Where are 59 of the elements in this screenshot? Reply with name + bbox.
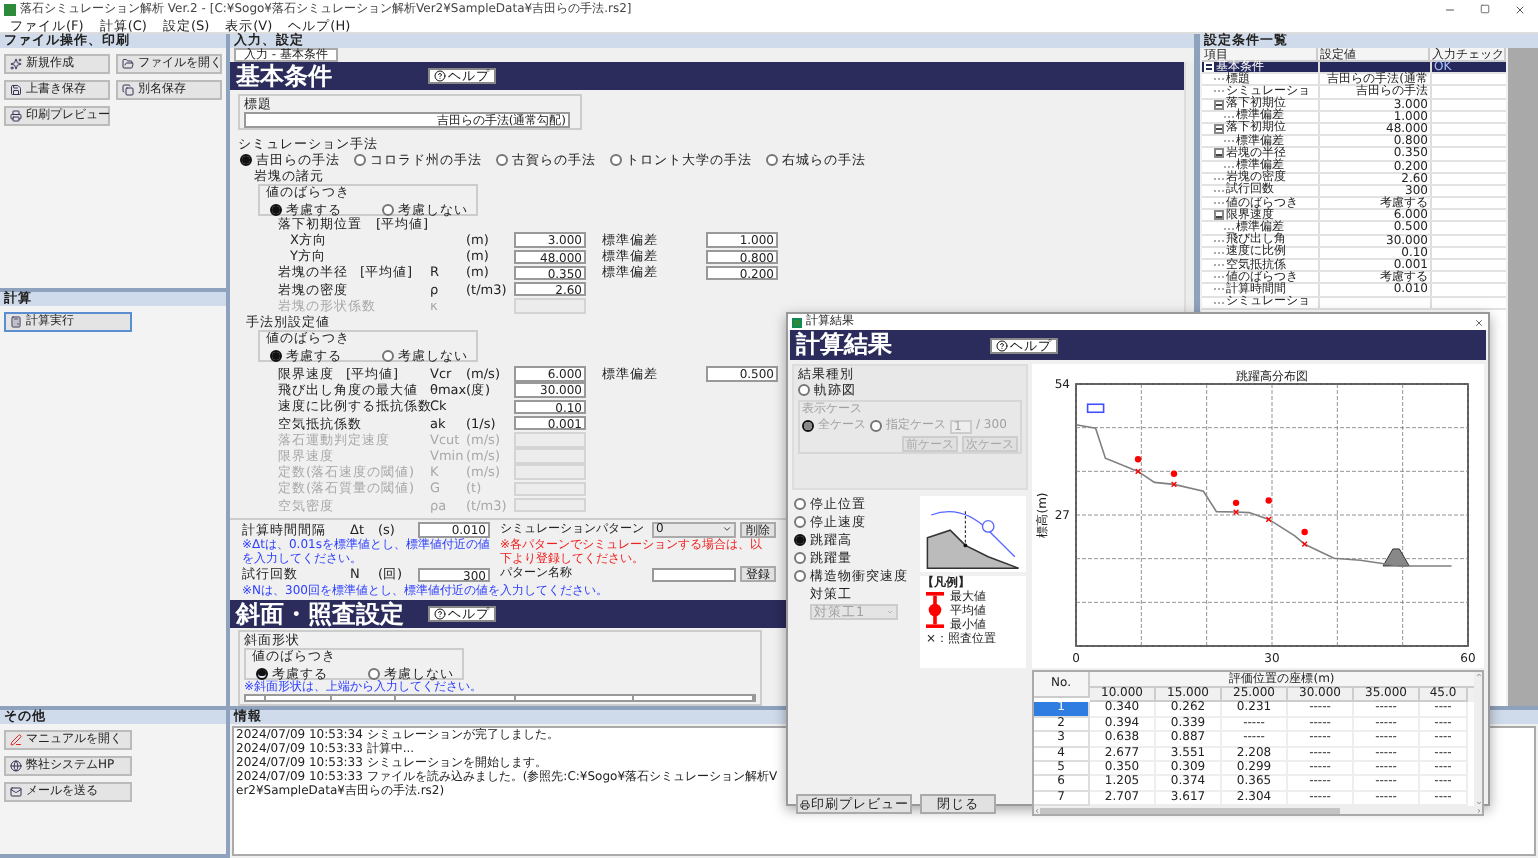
point [1134,456,1142,463]
minimize-icon[interactable] [1444,3,1456,15]
radio-button[interactable] [766,154,778,166]
folder-icon [122,58,134,70]
globe-icon [10,760,22,772]
maximize-icon[interactable] [1480,4,1490,14]
radio-button[interactable] [794,498,806,510]
pen-icon [10,734,22,746]
radio-button[interactable] [798,384,810,396]
jump-height-marker [1301,528,1308,548]
help-icon [434,70,446,82]
radio-button[interactable] [382,204,394,216]
help-icon [996,339,1008,351]
sparkle-icon [10,58,22,70]
app-icon [4,3,16,15]
section-title: 計算結果 [796,330,894,360]
radio-button[interactable] [270,204,282,216]
collapse-icon[interactable] [1214,124,1224,135]
radio-button[interactable] [354,154,366,166]
radio-button[interactable] [610,154,622,166]
point [1170,470,1178,477]
radio-button[interactable] [794,516,806,528]
radio-button[interactable] [368,667,380,680]
range-marker-icon [926,590,944,630]
close-icon[interactable] [1514,3,1526,15]
point [1265,497,1272,504]
radio-button[interactable] [382,349,394,362]
collapse-icon[interactable] [1214,210,1224,221]
jump-height-marker [1134,456,1142,475]
jump-height-marker [1265,497,1272,523]
section-title: 基本条件 [236,62,334,90]
help-icon [434,607,446,620]
radio-button[interactable] [256,667,268,680]
barrier-icon [1382,548,1410,567]
jump-height-diagram [920,496,1026,572]
printer-icon [799,799,809,810]
section-title: 斜面・照査設定 [236,599,406,628]
app-icon [792,317,802,327]
copy-icon [122,84,134,96]
collapse-icon[interactable] [1214,148,1224,159]
jump-height-marker [1232,499,1240,516]
calculator-icon [10,316,22,328]
radio-button[interactable] [794,570,806,582]
collapse-icon[interactable] [1214,99,1224,110]
mail-icon [10,786,22,798]
radio-button[interactable] [240,154,252,166]
printer-icon [10,110,22,122]
disk-icon [10,84,22,96]
radio-button[interactable] [794,552,806,564]
radio-button[interactable] [496,154,508,166]
radio-button[interactable] [270,349,282,362]
jump-height-marker [1170,470,1178,488]
chevron-icon [722,524,732,535]
radio-button[interactable] [794,534,806,546]
point [1232,499,1240,507]
vertical-scrollbar[interactable] [1474,672,1482,807]
pattern-name-field[interactable] [652,567,736,583]
marker-icon [1086,403,1105,414]
point [1301,528,1308,536]
